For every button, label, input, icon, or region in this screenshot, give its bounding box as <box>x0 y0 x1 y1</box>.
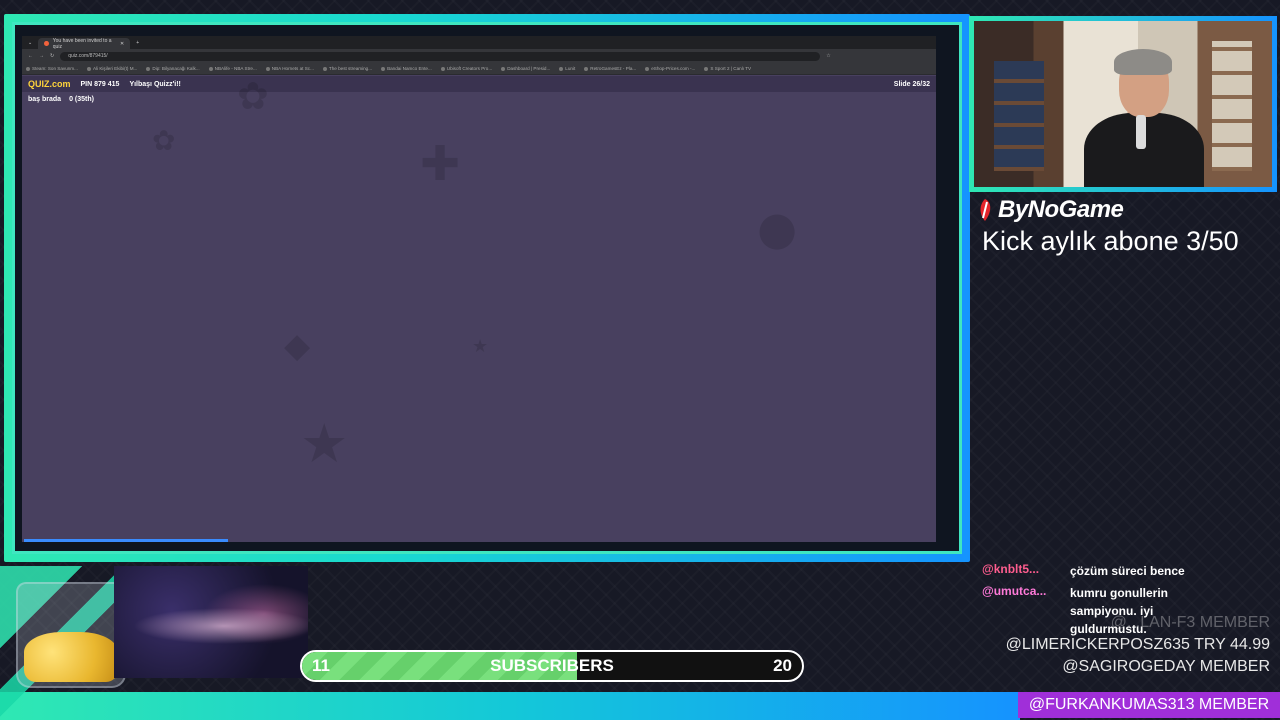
browser-tab[interactable]: You have been invited to a quiz ✕ <box>38 37 131 50</box>
slide-counter: Slide 26/32 <box>893 80 930 88</box>
bookmark-item[interactable]: Ubisoft Creators Pro... <box>440 66 493 71</box>
bookmark-item[interactable]: Ali Kişileri Ekibi(t) M... <box>86 66 138 71</box>
chat-message: @knblt5... çözüm süreci bence <box>982 562 1242 580</box>
subscriber-goal-start: 11 <box>312 656 330 675</box>
url-input[interactable]: quiz.com/879415/ <box>60 51 821 61</box>
bookmark-label: Lunit <box>565 66 576 71</box>
star-deco-icon-small: ★ <box>472 336 489 357</box>
star-deco-icon: ★ <box>300 412 349 475</box>
player-score: 0 (35th) <box>69 96 94 103</box>
puzzle-deco-icon-2: ✚ <box>420 136 461 192</box>
bookmark-label: NBA Hornets at Sc... <box>271 66 314 71</box>
bookmark-label: Ubisoft Creators Pro... <box>446 66 493 71</box>
brand-name: ByNoGame <box>998 196 1124 223</box>
microphone <box>1136 115 1146 149</box>
bookmark-label: Bandai Namco Ente... <box>387 66 432 71</box>
bookmark-label: NBAlife - NBA Stre... <box>214 66 257 71</box>
bookmark-label: RetroGamesEz - Pla... <box>590 66 637 71</box>
bookmark-item[interactable]: Bandai Namco Ente... <box>381 66 432 71</box>
streamer-beanie <box>1114 49 1172 75</box>
capture-progress <box>24 539 938 543</box>
bookshelf-right <box>1212 41 1252 171</box>
player-status: baş brada 0 (35th) <box>28 96 94 103</box>
tab-title: You have been invited to a quiz <box>52 37 112 50</box>
tab-favicon-icon <box>44 41 49 46</box>
candy-deco-icon: ◆ <box>284 326 311 366</box>
bookmark-favicon-icon <box>322 66 327 71</box>
bookmark-label: Dip: Bilyanacağı Kalk... <box>152 66 200 71</box>
quiz-logo[interactable]: QUIZ.com <box>28 79 71 89</box>
quiz-title: Yılbaşı Quizz'i!! <box>129 80 181 88</box>
bookmark-label: Ali Kişileri Ekibi(t) M... <box>92 66 138 71</box>
kick-subscriber-goal: Kick aylık abone 3/50 <box>982 226 1239 256</box>
bookmark-favicon-icon <box>265 66 270 71</box>
reload-icon[interactable]: ↻ <box>50 53 54 59</box>
browser-menu-icon[interactable]: ⌄ <box>28 40 32 46</box>
bookmark-item[interactable]: Lunit <box>559 66 575 71</box>
bookmark-favicon-icon <box>208 66 213 71</box>
back-icon[interactable]: ← <box>28 53 33 59</box>
webcam-frame <box>969 16 1277 192</box>
game-screen: ⌄ You have been invited to a quiz ✕ + ← … <box>22 36 936 542</box>
bookmark-item[interactable]: eShop-Prices.com -... <box>645 66 695 71</box>
bookmark-item[interactable]: The best streaming... <box>322 66 373 71</box>
subscriber-goal-target: 20 <box>773 656 792 675</box>
webcam-feed <box>974 21 1272 187</box>
tip-jar <box>16 582 126 688</box>
bookmarks-bar: Steam: Son Savunm... Ali Kişileri Ekibi(t… <box>22 63 936 75</box>
bookmark-item[interactable]: NBAlife - NBA Stre... <box>208 66 257 71</box>
event-highlight: @FURKANKUMAS313 MEMBER X8 <box>1018 692 1280 718</box>
quiz-header: QUIZ.com PIN 879 415 Yılbaşı Quizz'i!! S… <box>22 76 936 92</box>
bottom-accent-bar <box>0 692 1020 720</box>
bookmark-label: Steam: Son Savunm... <box>32 66 78 71</box>
bookmark-item[interactable]: NBA Hornets at Sc... <box>265 66 314 71</box>
bookmark-label: The best streaming... <box>328 66 373 71</box>
bookmark-favicon-icon <box>381 66 386 71</box>
browser-addressbar: ← → ↻ quiz.com/879415/ ☆ <box>22 49 936 63</box>
bookmark-favicon-icon <box>501 66 506 71</box>
bookmark-favicon-icon <box>704 66 709 71</box>
subscriber-goal-bar: SUBSCRIBERS 11 20 <box>300 650 804 682</box>
bookmark-favicon-icon <box>559 66 564 71</box>
bookmark-favicon-icon <box>146 66 151 71</box>
galaxy-panel <box>114 566 308 678</box>
cat-deco-icon: ● <box>757 201 798 255</box>
bookshelf-left <box>994 61 1044 171</box>
bookmark-star-icon[interactable]: ☆ <box>826 53 830 59</box>
event-feed: @...LAN-F3 MEMBER @LIMERICKERPOSZ635 TRY… <box>1006 614 1270 680</box>
bookmark-favicon-icon <box>440 66 445 71</box>
tab-close-icon[interactable]: ✕ <box>120 41 124 47</box>
forward-icon[interactable]: → <box>39 53 44 59</box>
bookmark-item[interactable]: S Sport 2 | Canlı TV <box>704 66 751 71</box>
chat-username: @knblt5... <box>982 562 1040 576</box>
bookmark-item[interactable]: Dip: Bilyanacağı Kalk... <box>146 66 200 71</box>
chat-text: çözüm süreci bence <box>1070 564 1185 578</box>
bookmark-label: eShop-Prices.com -... <box>651 66 696 71</box>
capture-progress-fill <box>24 539 228 542</box>
bookmark-item[interactable]: Dashboard | Presid... <box>501 66 550 71</box>
bookmark-label: Dashboard | Presid... <box>507 66 551 71</box>
puzzle-deco-icon: ✿ <box>237 74 269 118</box>
bookmark-favicon-icon <box>26 66 30 71</box>
tip-jar-coins <box>24 632 118 682</box>
event-item: @LIMERICKERPOSZ635 TRY 44.99 <box>1005 636 1270 653</box>
bookmark-item[interactable]: RetroGamesEz - Pla... <box>584 66 636 71</box>
player-name: baş brada <box>28 96 62 103</box>
event-item: @SAGIROGEDAY MEMBER <box>1062 658 1270 675</box>
brand: ByNoGame <box>976 196 1124 224</box>
browser-tabbar: ⌄ You have been invited to a quiz ✕ + <box>22 36 936 50</box>
gift-deco-icon: ✿ <box>152 124 176 157</box>
new-tab-icon[interactable]: + <box>136 40 139 46</box>
quiz-pin: PIN 879 415 <box>80 80 120 88</box>
bynogame-logo-icon <box>980 199 991 221</box>
event-item: @...LAN-F3 MEMBER <box>1110 614 1270 631</box>
bookmark-item[interactable]: Steam: Son Savunm... <box>26 66 78 71</box>
bookmark-favicon-icon <box>584 66 589 71</box>
bookmark-label: S Sport 2 | Canlı TV <box>710 66 752 71</box>
subscriber-goal-label: SUBSCRIBERS <box>490 656 614 675</box>
bookmark-favicon-icon <box>645 66 650 71</box>
bookmark-favicon-icon <box>86 66 91 71</box>
